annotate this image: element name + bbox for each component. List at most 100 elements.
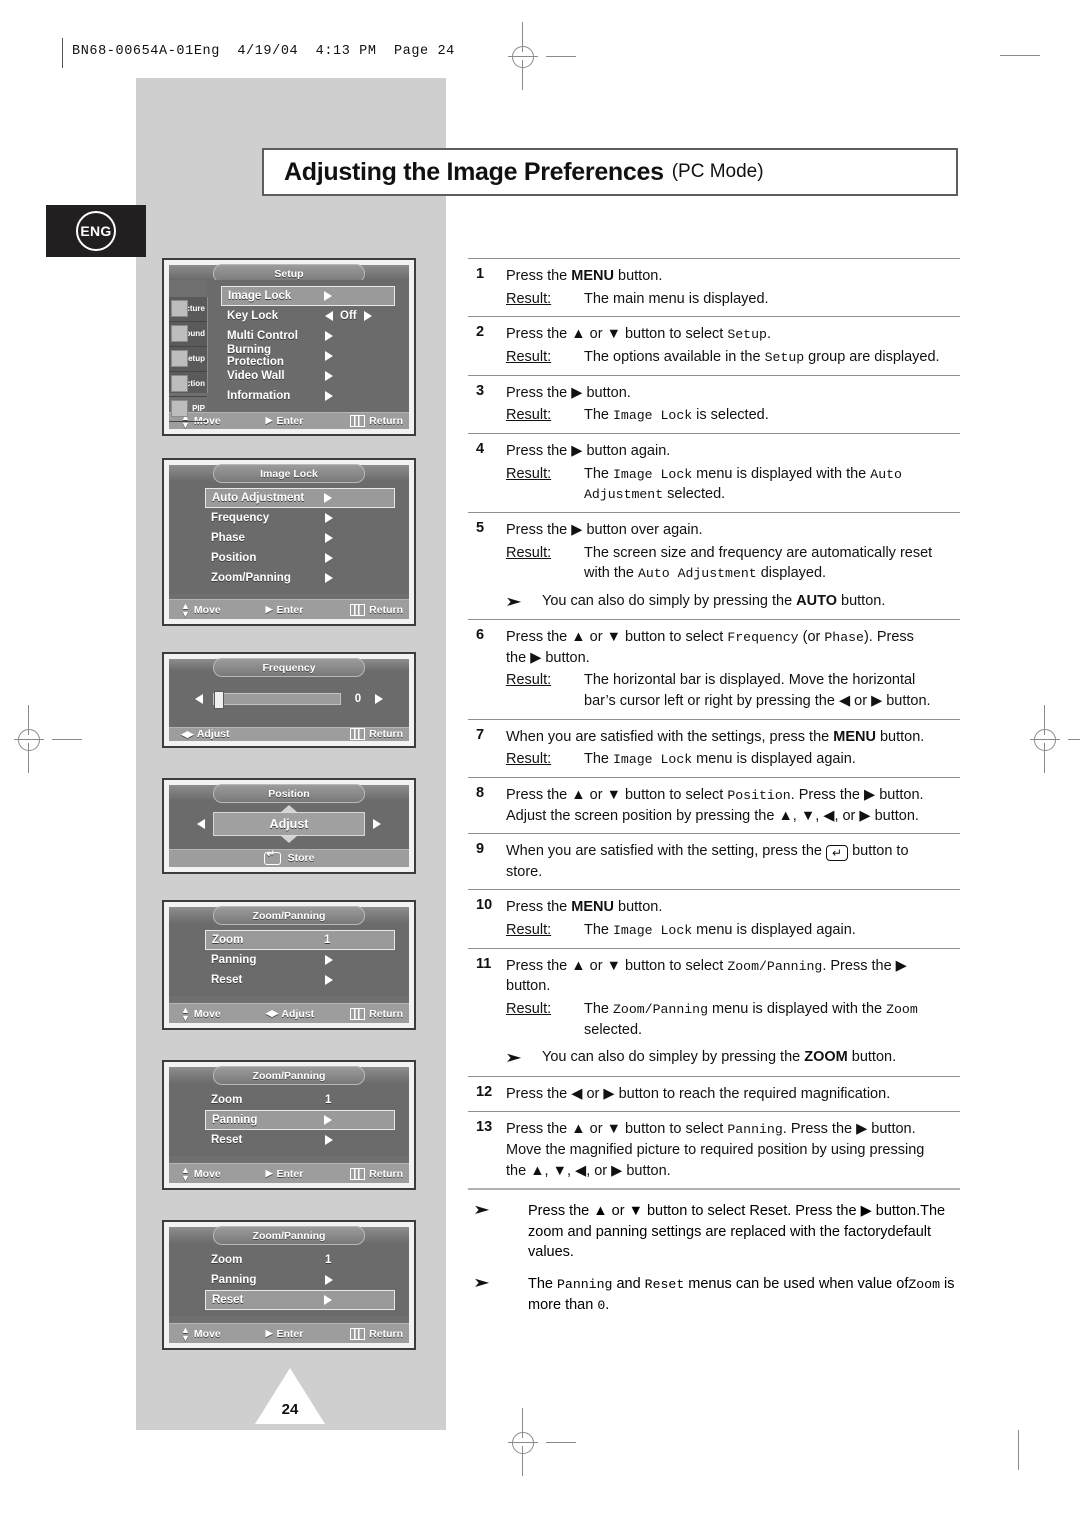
step-body: Press the ▲ or ▼ button to select Positi… <box>506 785 960 826</box>
osd-sidebar-label: PIP <box>192 404 205 414</box>
result-label: Result: <box>506 1001 552 1018</box>
step-result: Result: The Zoom/Panning menu is displaye… <box>506 999 960 1040</box>
osd-menu-item[interactable]: Information <box>221 386 395 406</box>
osd-item-label: Position <box>211 552 257 564</box>
osd-sidebar-item[interactable]: Sound <box>169 322 207 347</box>
osd-menu-item[interactable]: Panning <box>205 1110 395 1130</box>
note-line: Press the ▲ or ▼ button to select Reset.… <box>528 1203 921 1220</box>
step-line: Move the magnified picture to required p… <box>506 1141 925 1158</box>
right-arrow-icon: ▶ <box>611 1162 623 1179</box>
osd-footer-item: Return <box>344 1327 409 1340</box>
osd-menu-item[interactable]: Video Wall <box>221 366 395 386</box>
osd-footer-item: ▶ Enter <box>260 1168 345 1180</box>
osd-title: Zoom/Panning <box>213 906 365 925</box>
step-number: 4 <box>476 440 485 457</box>
up-down-icon: ▲ ▼ <box>181 600 190 619</box>
osd-footer-label: Store <box>287 852 315 865</box>
osd-frequency-menu: Frequency 0 ◀▶ Adjust Return <box>162 652 416 748</box>
osd-menu-item[interactable]: Multi Control <box>221 326 395 346</box>
osd-footer-label: Return <box>369 414 403 427</box>
osd-title: Image Lock <box>213 464 365 483</box>
instruction-step: 7 When you are satisfied with the setting… <box>468 720 960 777</box>
result-line: The screen size and frequency are automa… <box>584 544 933 561</box>
menu-term: Image Lock <box>613 752 693 768</box>
osd-footer-item: ▶ Enter <box>260 604 345 616</box>
osd-menu-item[interactable]: Reset <box>205 970 395 990</box>
osd-menu-item[interactable]: Zoom 1 <box>205 1250 395 1270</box>
right-arrow-icon: ▶ <box>571 384 583 401</box>
osd-item-label: Video Wall <box>227 369 285 382</box>
left-arrow-icon[interactable] <box>195 693 203 704</box>
menu-term: Zoom <box>886 1002 918 1018</box>
osd-menu-item[interactable]: Phase <box>205 528 395 548</box>
frequency-slider[interactable]: 0 <box>169 677 409 721</box>
step-result: Result: The horizontal bar is displayed. … <box>506 670 960 711</box>
osd-menu-item[interactable]: Reset <box>205 1290 395 1310</box>
right-arrow-icon <box>325 553 333 563</box>
result-line: The Image Lock menu is displayed again. <box>584 922 856 938</box>
osd-titlebar: Image Lock <box>169 464 409 483</box>
osd-item-label: Panning <box>212 1114 258 1126</box>
osd-menu-item[interactable]: Frequency <box>205 508 395 528</box>
right-arrow-icon: ▶ <box>859 807 871 824</box>
button-name: AUTO <box>796 592 837 609</box>
osd-inner: Position Adjust Store <box>169 784 409 867</box>
left-arrow-icon[interactable] <box>189 818 213 829</box>
step-line: When you are satisfied with the settings… <box>506 728 925 745</box>
menu-term: Frequency <box>727 630 799 646</box>
slider-knob[interactable] <box>214 690 224 709</box>
result-label: Result: <box>506 751 552 768</box>
osd-item-label: Panning <box>211 1274 257 1286</box>
position-adjust-label[interactable]: Adjust <box>213 811 365 836</box>
step-number: 7 <box>476 726 485 743</box>
osd-sidebar-item[interactable]: Setup <box>169 347 207 372</box>
menu-term: Image Lock <box>613 923 693 938</box>
result-body: The Image Lock menu is displayed again. <box>584 749 960 770</box>
eng-badge: ENG <box>76 211 116 251</box>
right-arrow-icon: ▶ <box>571 442 583 459</box>
menu-term: Image Lock <box>613 408 693 424</box>
osd-menu-item[interactable]: Zoom 1 <box>205 1090 395 1110</box>
osd-menu-item[interactable]: Auto Adjustment <box>205 488 395 508</box>
osd-sidebar-item[interactable]: Function <box>169 372 207 397</box>
menu-term: Adjustment <box>584 487 664 503</box>
right-arrow-icon[interactable] <box>365 818 389 829</box>
osd-menu-item[interactable]: Zoom 1 <box>205 930 395 950</box>
osd-body: Zoom 1 Panning Reset <box>169 1244 409 1316</box>
osd-menu-item[interactable]: Zoom/Panning <box>205 568 395 588</box>
osd-footer-label: Enter <box>276 1327 304 1340</box>
instruction-step: 9 When you are satisfied with the setting… <box>468 834 960 889</box>
button-name: MENU <box>833 728 876 745</box>
down-arrow-icon: ▼ <box>606 629 621 646</box>
osd-menu-item[interactable]: Key Lock Off <box>221 306 395 326</box>
osd-menu-item[interactable]: Panning <box>205 950 395 970</box>
osd-menu-item[interactable]: Reset <box>205 1130 395 1150</box>
instruction-step: 5 Press the ▶ button over again. Result: Th… <box>468 513 960 619</box>
instruction-step: 3 Press the ▶ button. Result: The Image Loc… <box>468 376 960 433</box>
osd-menu-item[interactable]: Position <box>205 548 395 568</box>
note-line: The Panning and Reset menus can be used … <box>528 1275 909 1292</box>
right-arrow-icon: ▶ <box>603 1085 615 1102</box>
down-arrow-icon[interactable] <box>281 835 297 843</box>
step-result: Result: The screen size and frequency are… <box>506 543 960 584</box>
step-number: 12 <box>476 1083 493 1100</box>
right-arrow-icon: ▶ <box>265 604 273 614</box>
right-arrow-icon <box>324 1295 332 1305</box>
osd-menu-item[interactable]: Panning <box>205 1270 395 1290</box>
right-arrow-icon <box>325 513 333 523</box>
osd-menu-item[interactable]: Burning Protection <box>221 344 395 368</box>
result-line: The Zoom/Panning menu is displayed with … <box>584 1001 918 1018</box>
menu-term: Setup <box>727 327 767 343</box>
result-body: The main menu is displayed. <box>584 289 960 310</box>
slider-track[interactable] <box>213 690 341 709</box>
osd-sidebar-item[interactable]: Picture <box>169 297 207 322</box>
right-arrow-icon[interactable] <box>375 693 383 704</box>
osd-body: 0 <box>169 670 409 727</box>
up-down-icon: ▲ ▼ <box>181 1164 190 1183</box>
osd-menu-item[interactable]: Image Lock <box>221 285 395 306</box>
up-arrow-icon[interactable] <box>281 804 297 812</box>
osd-sidebar-item[interactable]: PIP <box>169 397 207 422</box>
position-up-row <box>169 804 409 812</box>
right-arrow-icon <box>324 290 332 301</box>
left-arrow-icon: ◀ <box>575 1162 587 1179</box>
